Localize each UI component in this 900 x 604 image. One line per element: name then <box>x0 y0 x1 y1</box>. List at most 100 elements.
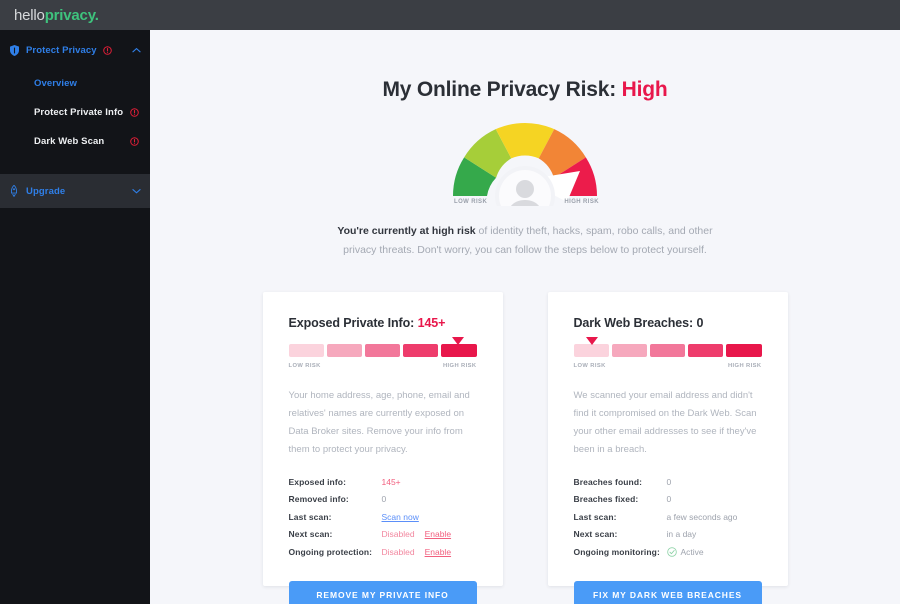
detail-row: Breaches found: 0 <box>574 473 762 491</box>
meter-high-label: HIGH RISK <box>727 363 762 369</box>
meter-segment <box>403 344 439 357</box>
meter-high-label: HIGH RISK <box>442 363 477 369</box>
enable-ongoing-protection-link[interactable]: Enable <box>425 547 451 557</box>
detail-rows: Breaches found: 0 Breaches fixed: 0 Last… <box>574 473 762 561</box>
alert-circle-icon <box>130 108 139 117</box>
card-title-value: 0 <box>696 316 704 330</box>
detail-key: Ongoing monitoring: <box>573 546 660 557</box>
page-title-prefix: My Online Privacy Risk: <box>382 78 622 101</box>
meter-bar <box>573 344 762 357</box>
rocket-icon <box>10 185 23 197</box>
card-title-label: Dark Web Breaches: <box>573 316 697 330</box>
remove-my-private-info-button[interactable]: REMOVE MY PRIVATE INFO <box>288 580 477 604</box>
card-exposed-private-info: Exposed Private Info: 145+ LOW RISK HIGH… <box>262 292 503 604</box>
detail-value: Disabled <box>381 546 415 557</box>
sidebar-group-protect-privacy[interactable]: Protect Privacy <box>0 39 150 61</box>
detail-row: Ongoing protection: Disabled Enable <box>289 543 477 561</box>
detail-row: Ongoing monitoring: Active <box>574 543 762 561</box>
chevron-up-icon[interactable] <box>132 47 141 53</box>
card-title-label: Exposed Private Info: <box>288 316 418 330</box>
detail-row: Next scan: in a day <box>574 526 762 544</box>
detail-row: Exposed info: 145+ <box>289 473 477 491</box>
meter-segment <box>364 344 401 357</box>
alert-circle-icon <box>102 45 112 55</box>
detail-row: Last scan: Scan now <box>289 508 477 526</box>
page-title-risk-level: High <box>621 78 668 101</box>
gauge-svg <box>452 122 598 206</box>
sidebar-item-label: Dark Web Scan <box>34 136 105 147</box>
meter-segment <box>326 344 362 357</box>
meter-marker <box>586 337 599 345</box>
gauge-low-label: LOW RISK <box>454 199 488 205</box>
detail-row: Removed info: 0 <box>289 491 477 509</box>
detail-value: a few seconds ago <box>666 511 738 522</box>
detail-value: Active <box>680 546 704 557</box>
detail-key: Removed info: <box>288 494 349 505</box>
detail-value: Disabled <box>381 529 415 540</box>
risk-description: You're currently at high risk of identit… <box>320 222 730 260</box>
risk-gauge: LOW RISK HIGH RISK <box>445 116 605 206</box>
detail-key: Exposed info: <box>288 476 346 487</box>
meter-segment <box>573 344 609 357</box>
sidebar-item-overview[interactable]: Overview <box>0 69 150 98</box>
logo-hello: hello <box>14 6 45 24</box>
alert-circle-icon <box>130 137 139 146</box>
sidebar-upgrade-label: Upgrade <box>26 185 66 197</box>
main-content: My Online Privacy Risk: High LOW RISK HI… <box>150 30 900 604</box>
detail-row: Next scan: Disabled Enable <box>289 526 477 544</box>
meter-bar <box>288 344 477 357</box>
top-bar: helloprivacy. <box>0 0 900 30</box>
sidebar-item-protect-private-info[interactable]: Protect Private Info <box>0 98 150 127</box>
meter-segment <box>441 344 477 357</box>
logo[interactable]: helloprivacy. <box>0 7 99 24</box>
detail-key: Next scan: <box>573 529 618 540</box>
logo-privacy: privacy. <box>44 6 99 24</box>
sidebar-subnav: Overview Protect Private Info Dark Web S… <box>0 61 150 166</box>
meter-segment <box>288 344 324 357</box>
sidebar-item-upgrade[interactable]: Upgrade <box>0 174 150 208</box>
detail-key: Last scan: <box>573 511 617 522</box>
detail-row: Breaches fixed: 0 <box>574 491 762 509</box>
card-dark-web-breaches: Dark Web Breaches: 0 LOW RISK HIGH RISK … <box>547 292 788 604</box>
card-title: Dark Web Breaches: 0 <box>574 316 762 330</box>
sidebar-item-label: Overview <box>34 78 78 89</box>
meter-segment <box>611 344 647 357</box>
meter-segment <box>688 344 724 357</box>
shield-icon <box>10 44 23 56</box>
detail-value: 0 <box>381 494 387 505</box>
card-blurb: Your home address, age, phone, email and… <box>288 390 470 455</box>
meter-segment <box>649 344 686 357</box>
detail-key: Ongoing protection: <box>288 546 373 557</box>
meter-marker <box>451 337 464 345</box>
check-circle-icon <box>666 547 677 557</box>
sidebar: Protect Privacy Overview Protect Private… <box>0 30 150 604</box>
detail-value: in a day <box>666 529 697 540</box>
detail-key: Breaches found: <box>573 476 643 487</box>
sidebar-item-dark-web-scan[interactable]: Dark Web Scan <box>0 127 150 156</box>
risk-description-bold: You're currently at high risk <box>337 225 476 237</box>
detail-row: Last scan: a few seconds ago <box>574 508 762 526</box>
scan-now-link[interactable]: Scan now <box>382 512 419 522</box>
enable-next-scan-link[interactable]: Enable <box>425 529 451 539</box>
sidebar-group-label: Protect Privacy <box>26 44 97 56</box>
page-title: My Online Privacy Risk: High <box>150 78 900 102</box>
detail-value: 0 <box>666 476 672 487</box>
chevron-down-icon[interactable] <box>132 188 141 194</box>
meter-end-labels: LOW RISK HIGH RISK <box>574 363 762 369</box>
fix-my-dark-web-breaches-button[interactable]: FIX MY DARK WEB BREACHES <box>573 580 762 604</box>
card-title-value: 145+ <box>417 316 446 330</box>
meter-low-label: LOW RISK <box>288 363 321 369</box>
risk-meter: LOW RISK HIGH RISK <box>288 337 477 369</box>
detail-value: 0 <box>666 494 672 505</box>
detail-key: Next scan: <box>288 529 333 540</box>
detail-rows: Exposed info: 145+ Removed info: 0 Last … <box>289 473 477 561</box>
detail-value: 145+ <box>381 476 401 487</box>
meter-low-label: LOW RISK <box>573 363 606 369</box>
detail-key: Breaches fixed: <box>573 494 639 505</box>
meter-end-labels: LOW RISK HIGH RISK <box>289 363 477 369</box>
card-blurb: We scanned your email address and didn't… <box>573 390 757 455</box>
card-title: Exposed Private Info: 145+ <box>289 316 477 330</box>
risk-meter: LOW RISK HIGH RISK <box>573 337 762 369</box>
detail-key: Last scan: <box>288 511 332 522</box>
gauge-high-label: HIGH RISK <box>564 199 599 205</box>
